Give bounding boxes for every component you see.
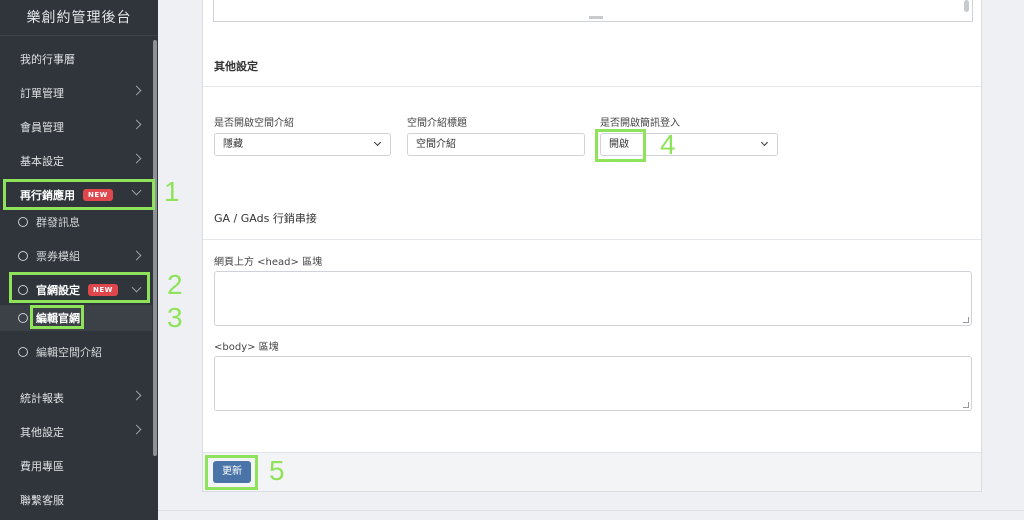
body-block-label: <body> 區塊 (214, 342, 279, 353)
card-footer: 更新 (203, 452, 981, 491)
resize-grip-icon[interactable] (963, 317, 969, 323)
sidebar-item-label: 再行銷應用 (20, 189, 75, 202)
chevron-right-icon (131, 119, 142, 130)
sidebar-item-members[interactable]: 會員管理 (0, 112, 152, 142)
sidebar-item-label: 群發訊息 (36, 216, 80, 229)
head-block-label: 網頁上方 <head> 區塊 (214, 257, 323, 268)
sidebar-item-contact[interactable]: 聯繫客服 (0, 485, 152, 515)
circle-icon (18, 285, 28, 295)
sidebar-item-label: 其他設定 (20, 426, 64, 439)
other-settings-title: 其他設定 (214, 60, 258, 73)
chevron-right-icon (131, 85, 142, 96)
chevron-down-icon (131, 282, 142, 293)
sidebar-item-label: 訂單管理 (20, 87, 64, 100)
sidebar-subitem-broadcast[interactable]: 群發訊息 (0, 209, 152, 235)
sidebar-scrollbar[interactable] (153, 40, 157, 456)
sidebar-subitem-tickets[interactable]: 票券模組 (0, 243, 152, 269)
chevron-right-icon (131, 250, 142, 261)
select-value: 隱藏 (223, 139, 243, 150)
new-badge: NEW (88, 284, 118, 296)
sms-login-select[interactable]: 開啟 (600, 133, 778, 156)
circle-icon (18, 347, 28, 357)
sidebar-item-basic-settings[interactable]: 基本設定 (0, 146, 152, 176)
sidebar-subitem-edit-space[interactable]: 編輯空間介紹 (0, 339, 152, 365)
resize-grip-icon[interactable] (963, 402, 969, 408)
sidebar-subitem-website[interactable]: 官網設定 NEW (0, 277, 152, 303)
sidebar-item-billing[interactable]: 費用專區 (0, 451, 152, 481)
page-bottom-line (158, 510, 1024, 511)
head-block-textarea[interactable] (214, 271, 972, 326)
space-intro-select[interactable]: 隱藏 (214, 133, 391, 156)
space-title-input[interactable]: 空間介紹 (407, 133, 585, 156)
callout-number-2: 2 (167, 269, 183, 300)
sidebar-item-label: 基本設定 (20, 155, 64, 168)
chevron-right-icon (131, 153, 142, 164)
chevron-down-icon (373, 138, 382, 147)
sidebar-item-label: 我的行事曆 (20, 53, 75, 66)
callout-number-4: 4 (660, 129, 676, 160)
chevron-down-icon (131, 185, 142, 196)
callout-number-1: 1 (164, 176, 180, 207)
select-value: 開啟 (609, 139, 629, 150)
new-badge: NEW (83, 189, 113, 201)
sidebar-item-label: 票券模組 (36, 250, 80, 263)
body-block-textarea[interactable] (214, 356, 972, 411)
chevron-right-icon (131, 390, 142, 401)
callout-number-3: 3 (167, 302, 183, 333)
sidebar-item-label: 聯繫客服 (20, 494, 64, 507)
ga-section-title: GA / GAds 行銷串接 (214, 212, 317, 225)
divider (203, 239, 981, 240)
callout-number-5: 5 (269, 455, 285, 486)
sidebar-item-orders[interactable]: 訂單管理 (0, 78, 152, 108)
sidebar-item-label: 會員管理 (20, 121, 64, 134)
space-intro-label: 是否開啟空間介紹 (214, 118, 294, 129)
sidebar-item-remarketing[interactable]: 再行銷應用 NEW (0, 180, 152, 210)
settings-card: 其他設定 是否開啟空間介紹 隱藏 空間介紹標題 空間介紹 是否開啟簡訊登入 開啟… (202, 0, 982, 492)
sidebar-item-label: 統計報表 (20, 392, 64, 405)
space-title-label: 空間介紹標題 (407, 118, 467, 129)
chevron-down-icon (760, 138, 769, 147)
update-button[interactable]: 更新 (213, 461, 251, 483)
sidebar-item-label: 官網設定 (36, 284, 80, 297)
sidebar-item-reports[interactable]: 統計報表 (0, 383, 152, 413)
sidebar-item-calendar[interactable]: 我的行事曆 (0, 44, 152, 74)
sidebar-item-label: 編輯官網 (36, 312, 80, 325)
circle-icon (18, 217, 28, 227)
top-textarea[interactable] (213, 0, 973, 22)
circle-icon (18, 313, 28, 323)
sidebar-item-label: 費用專區 (20, 460, 64, 473)
resize-handle[interactable] (589, 16, 603, 19)
brand-title: 樂創約管理後台 (0, 0, 158, 36)
sidebar-item-other-settings[interactable]: 其他設定 (0, 417, 152, 447)
sidebar-item-label: 編輯空間介紹 (36, 346, 102, 359)
sidebar-subitem-edit-site[interactable]: 編輯官網 (0, 305, 152, 331)
sidebar: 樂創約管理後台 我的行事曆 訂單管理 會員管理 基本設定 再行銷應用 NEW 群… (0, 0, 158, 520)
divider (203, 86, 981, 87)
sms-login-label: 是否開啟簡訊登入 (600, 118, 680, 129)
chevron-right-icon (131, 424, 142, 435)
textarea-scrollbar[interactable] (964, 0, 969, 12)
circle-icon (18, 251, 28, 261)
